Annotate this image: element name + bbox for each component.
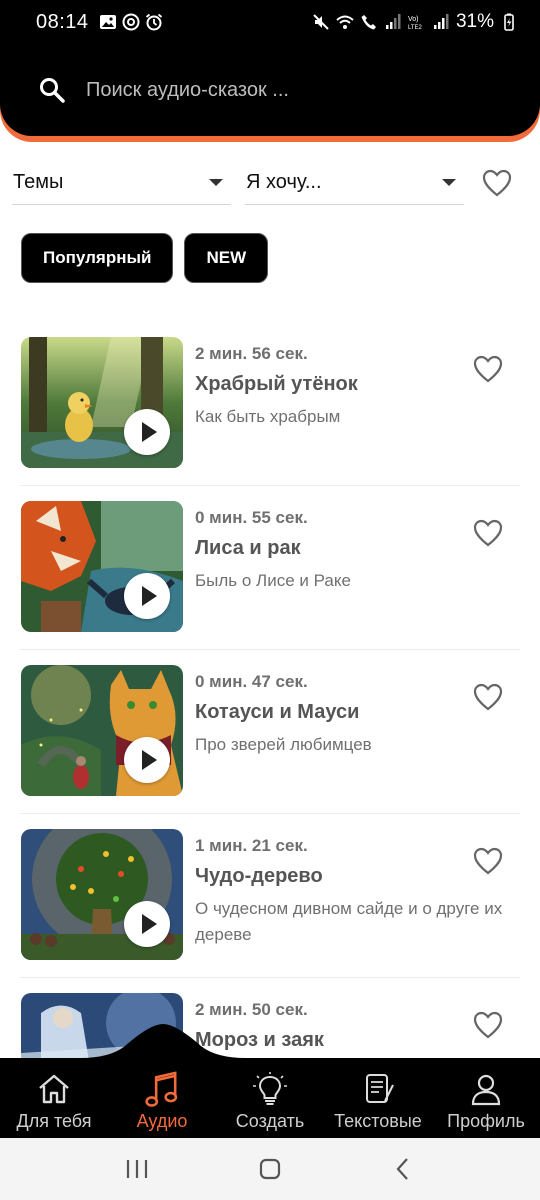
mute-icon [313, 14, 329, 30]
recent-apps-icon [126, 1160, 147, 1178]
scroll-quill-icon [366, 1074, 394, 1103]
play-button[interactable] [124, 901, 170, 947]
story-title: Чудо-дерево [195, 865, 323, 887]
search-input[interactable]: Поиск аудио-сказок ... [86, 79, 289, 102]
want-dropdown[interactable]: Я хочу... [245, 161, 464, 205]
story-subtitle: О чудесном дивном сайде и о друге их дер… [195, 899, 503, 944]
story-duration: 2 мин. 56 сек. [195, 344, 308, 363]
signal-icon [385, 14, 401, 29]
battery-charging-icon [504, 13, 514, 31]
story-title: Лиса и рак [195, 537, 301, 559]
story-item[interactable]: 0 мин. 55 сек. Лиса и рак Быль о Лисе и … [20, 486, 520, 650]
favorite-heart-icon[interactable] [473, 847, 503, 875]
story-subtitle: Быль о Лисе и Раке [195, 571, 351, 590]
favorite-heart-icon[interactable] [473, 683, 503, 711]
alarm-icon [145, 13, 162, 31]
music-note-icon [145, 1071, 178, 1107]
battery-percent: 31% [455, 11, 494, 32]
nav-profile-label: Профиль [447, 1111, 525, 1131]
wifi-icon [336, 15, 354, 29]
status-right-icons: Vo) LTE2 31% [312, 11, 518, 33]
themes-dropdown-label: Темы [13, 171, 64, 193]
new-chip[interactable]: NEW [184, 233, 269, 283]
nav-for-you-label: Для тебя [16, 1111, 92, 1131]
play-button[interactable] [124, 573, 170, 619]
status-time: 08:14 [36, 10, 89, 33]
story-duration: 0 мин. 55 сек. [195, 508, 308, 527]
bottom-nav-items: Для тебя Аудио Создать Текстовые Профиль [0, 1070, 540, 1138]
story-subtitle: Про зверей любимцев [195, 735, 372, 754]
nav-audio[interactable]: Аудио [108, 1070, 216, 1138]
status-left-icons [99, 13, 163, 31]
story-duration: 1 мин. 21 сек. [195, 836, 308, 855]
recent-apps-button[interactable] [122, 1154, 152, 1184]
want-dropdown-label: Я хочу... [246, 171, 322, 193]
home-square-icon [259, 1158, 281, 1180]
image-icon [99, 15, 116, 29]
play-button[interactable] [124, 737, 170, 783]
app-screen: 08:14 Vo) LTE2 31% Поиск аудио-сказок ...… [0, 0, 540, 1200]
volte-icon: Vo) LTE2 [408, 16, 423, 31]
nav-for-you[interactable]: Для тебя [0, 1070, 108, 1138]
filter-bar: Темы Я хочу... [12, 160, 532, 206]
nav-create[interactable]: Создать [216, 1070, 324, 1138]
story-item[interactable]: 2 мин. 56 сек. Храбрый утёнок Как быть х… [20, 322, 520, 486]
story-item[interactable]: 1 мин. 21 сек. Чудо-дерево О чудесном ди… [20, 814, 520, 978]
at-icon [122, 13, 140, 31]
nav-text-label: Текстовые [334, 1111, 422, 1131]
story-duration: 0 мин. 47 сек. [195, 672, 308, 691]
sort-chips: Популярный NEW [21, 233, 269, 283]
favorites-filter-heart-icon[interactable] [482, 168, 512, 198]
chevron-down-icon [442, 179, 456, 186]
story-subtitle: Как быть храбрым [195, 407, 341, 426]
user-icon [471, 1074, 501, 1106]
lightbulb-icon [253, 1072, 287, 1105]
search-bar[interactable]: Поиск аудио-сказок ... [0, 44, 540, 136]
back-button[interactable] [388, 1154, 418, 1184]
chevron-down-icon [209, 179, 223, 186]
home-button[interactable] [255, 1154, 285, 1184]
story-title: Храбрый утёнок [195, 373, 358, 395]
svg-text:Vo): Vo) [408, 16, 419, 23]
favorite-heart-icon[interactable] [473, 519, 503, 547]
status-bar: 08:14 Vo) LTE2 31% [0, 0, 540, 44]
themes-dropdown[interactable]: Темы [12, 161, 231, 205]
nav-profile[interactable]: Профиль [432, 1070, 540, 1138]
nav-audio-label: Аудио [136, 1111, 188, 1131]
play-button[interactable] [124, 409, 170, 455]
popular-chip[interactable]: Популярный [21, 233, 174, 283]
system-nav-bar [0, 1138, 540, 1200]
favorite-heart-icon[interactable] [473, 355, 503, 383]
signal-icon [433, 14, 449, 29]
back-chevron-icon [396, 1158, 409, 1180]
story-title: Котауси и Мауси [195, 701, 360, 723]
svg-text:LTE2: LTE2 [408, 25, 423, 31]
home-icon [39, 1074, 69, 1104]
search-icon[interactable] [38, 76, 66, 104]
call-icon [361, 15, 376, 30]
nav-create-label: Создать [235, 1111, 305, 1131]
nav-text[interactable]: Текстовые [324, 1070, 432, 1138]
story-item[interactable]: 0 мин. 47 сек. Котауси и Мауси Про звере… [20, 650, 520, 814]
